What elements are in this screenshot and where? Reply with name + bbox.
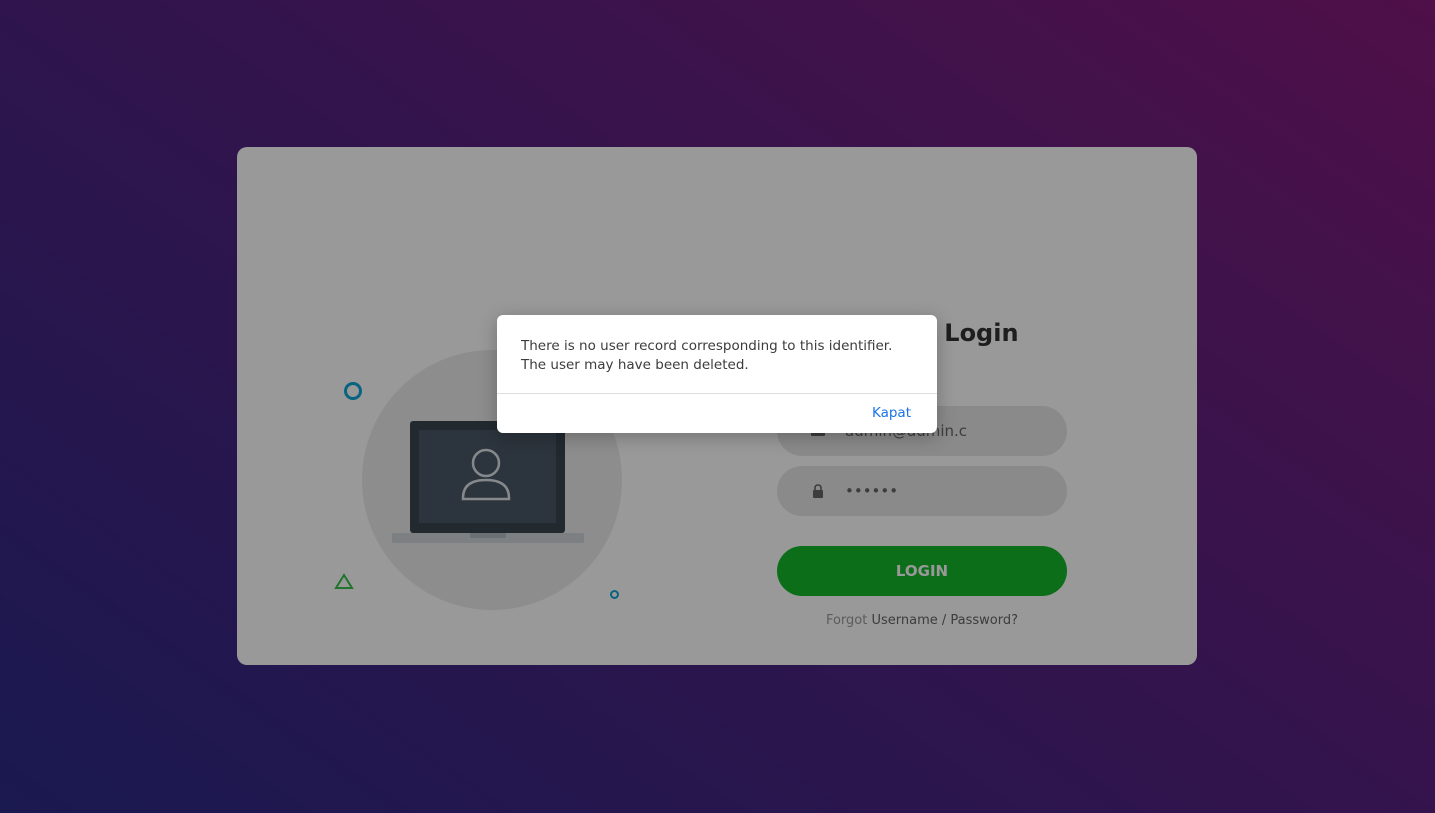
alert-dialog: There is no user record corresponding to… — [497, 315, 937, 433]
dialog-close-button[interactable]: Kapat — [872, 403, 911, 423]
dialog-divider — [497, 393, 937, 394]
dialog-message: There is no user record corresponding to… — [521, 338, 893, 373]
